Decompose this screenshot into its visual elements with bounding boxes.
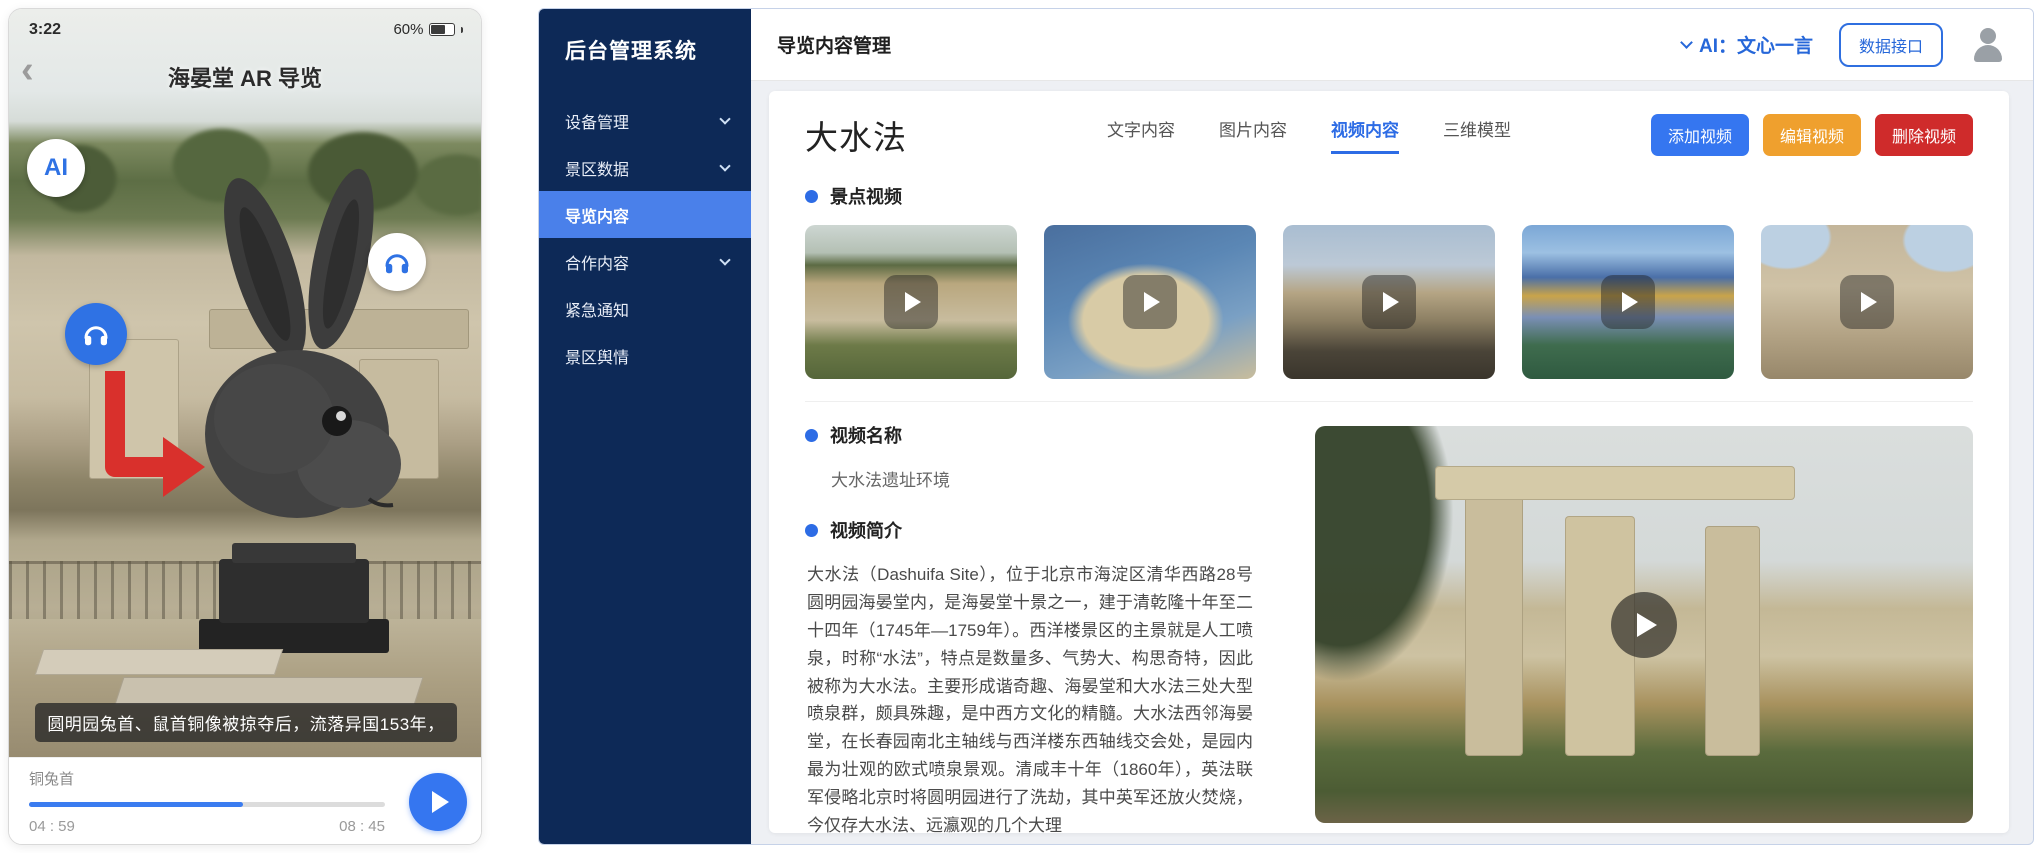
sidebar-item-label: 设备管理 bbox=[565, 109, 629, 133]
video-thumbnail[interactable] bbox=[1283, 225, 1495, 379]
section-video-name-label: 视频名称 bbox=[830, 422, 902, 448]
direction-arrow-icon bbox=[97, 371, 207, 521]
audio-track-title: 铜兔首 bbox=[29, 768, 385, 789]
audio-spot-button-left[interactable] bbox=[65, 303, 127, 365]
ai-model-selector[interactable]: AI：文心一言 bbox=[1682, 31, 1813, 58]
video-intro-text: 大水法（Dashuifa Site），位于北京市海淀区清华西路28号圆明园海晏堂… bbox=[807, 561, 1253, 833]
ar-subtitle-caption: 圆明园兔首、鼠首铜像被掠夺后，流落异国153年， bbox=[35, 703, 457, 742]
play-icon bbox=[432, 791, 449, 813]
chevron-down-icon bbox=[719, 160, 730, 171]
headphones-icon bbox=[382, 247, 412, 277]
video-thumbnail[interactable] bbox=[1761, 225, 1973, 379]
play-overlay-icon bbox=[1362, 275, 1416, 329]
audio-current-time: 04 : 59 bbox=[29, 818, 75, 835]
ar-camera-view: 3:22 60% ‹ 海晏堂 AR 导览 AI bbox=[9, 9, 481, 757]
audio-play-button[interactable] bbox=[409, 773, 467, 831]
phone-panel: 3:22 60% ‹ 海晏堂 AR 导览 AI bbox=[8, 8, 482, 845]
foreground-stone bbox=[114, 677, 423, 705]
tab-3d-model[interactable]: 三维模型 bbox=[1443, 116, 1511, 154]
audio-progress-bar[interactable] bbox=[29, 802, 385, 807]
delete-video-button[interactable]: 删除视频 bbox=[1875, 114, 1973, 156]
play-icon bbox=[1637, 613, 1657, 637]
ruin-pillar bbox=[1705, 526, 1760, 756]
video-name-value: 大水法遗址环境 bbox=[831, 466, 1253, 491]
section-videos-label: 景点视频 bbox=[830, 183, 902, 209]
content-tabs: 文字内容 图片内容 视频内容 三维模型 bbox=[1107, 116, 1511, 154]
sidebar-item-label: 景区数据 bbox=[565, 156, 629, 180]
audio-player: 铜兔首 04 : 59 08 : 45 bbox=[9, 757, 481, 844]
ai-model-label: AI：文心一言 bbox=[1699, 31, 1813, 58]
sidebar-item-guide-content[interactable]: 导览内容 bbox=[539, 191, 751, 238]
sidebar-item-scenic-data[interactable]: 景区数据 bbox=[539, 144, 751, 191]
status-time: 3:22 bbox=[29, 21, 61, 39]
sidebar-item-device-management[interactable]: 设备管理 bbox=[539, 97, 751, 144]
topbar: 导览内容管理 AI：文心一言 数据接口 bbox=[751, 9, 2033, 81]
tab-video-content[interactable]: 视频内容 bbox=[1331, 116, 1399, 154]
audio-total-time: 08 : 45 bbox=[339, 818, 385, 835]
sidebar-item-label: 景区舆情 bbox=[565, 344, 629, 368]
sidebar-title: 后台管理系统 bbox=[539, 9, 751, 65]
video-play-button[interactable] bbox=[1611, 592, 1677, 658]
status-battery: 60% bbox=[393, 21, 463, 38]
foreground-stone bbox=[35, 649, 283, 675]
ruin-lintel bbox=[1435, 466, 1795, 500]
headphones-icon bbox=[81, 319, 111, 349]
play-overlay-icon bbox=[1601, 275, 1655, 329]
phone-page-title: 海晏堂 AR 导览 bbox=[9, 61, 481, 93]
tab-text-content[interactable]: 文字内容 bbox=[1107, 116, 1175, 154]
chevron-down-icon bbox=[1680, 36, 1693, 49]
ai-assistant-button[interactable]: AI bbox=[27, 139, 85, 197]
video-thumbnails-row bbox=[805, 225, 1973, 379]
play-overlay-icon bbox=[1123, 275, 1177, 329]
tab-image-content[interactable]: 图片内容 bbox=[1219, 116, 1287, 154]
video-thumbnail[interactable] bbox=[1522, 225, 1734, 379]
video-thumbnail[interactable] bbox=[805, 225, 1017, 379]
bullet-dot-icon bbox=[805, 429, 818, 442]
section-video-intro-label: 视频简介 bbox=[830, 517, 902, 543]
sidebar-item-emergency-notice[interactable]: 紧急通知 bbox=[539, 285, 751, 332]
admin-panel: 后台管理系统 设备管理 景区数据 导览内容 合作内容 紧急通知 景区舆情 bbox=[538, 8, 2034, 845]
bullet-dot-icon bbox=[805, 524, 818, 537]
ruin-pillar bbox=[1465, 486, 1523, 756]
sidebar-menu: 设备管理 景区数据 导览内容 合作内容 紧急通知 景区舆情 bbox=[539, 97, 751, 379]
chevron-down-icon bbox=[719, 113, 730, 124]
sidebar-item-label: 导览内容 bbox=[565, 203, 629, 227]
sidebar-item-label: 合作内容 bbox=[565, 250, 629, 274]
battery-tip bbox=[461, 27, 464, 33]
add-video-button[interactable]: 添加视频 bbox=[1651, 114, 1749, 156]
sidebar-item-cooperation-content[interactable]: 合作内容 bbox=[539, 238, 751, 285]
ai-button-label: AI bbox=[44, 154, 68, 182]
content-card: 大水法 文字内容 图片内容 视频内容 三维模型 添加视频 编辑视频 删除视频 景… bbox=[769, 91, 2009, 833]
spot-title: 大水法 bbox=[805, 111, 907, 159]
video-thumbnail[interactable] bbox=[1044, 225, 1256, 379]
edit-video-button[interactable]: 编辑视频 bbox=[1763, 114, 1861, 156]
battery-percent-label: 60% bbox=[393, 21, 423, 38]
chevron-down-icon bbox=[719, 254, 730, 265]
data-api-button[interactable]: 数据接口 bbox=[1839, 23, 1943, 67]
user-avatar[interactable] bbox=[1969, 26, 2007, 64]
sidebar: 后台管理系统 设备管理 景区数据 导览内容 合作内容 紧急通知 景区舆情 bbox=[539, 9, 751, 844]
main-video-preview[interactable] bbox=[1315, 426, 1973, 823]
bullet-dot-icon bbox=[805, 190, 818, 203]
battery-icon bbox=[429, 23, 455, 36]
avatar-icon bbox=[1980, 28, 1996, 44]
page-title: 导览内容管理 bbox=[777, 31, 891, 58]
audio-progress-fill bbox=[29, 802, 243, 807]
sidebar-item-public-opinion[interactable]: 景区舆情 bbox=[539, 332, 751, 379]
avatar-icon bbox=[1974, 45, 2002, 62]
sidebar-item-label: 紧急通知 bbox=[565, 297, 629, 321]
play-overlay-icon bbox=[884, 275, 938, 329]
audio-spot-button-right[interactable] bbox=[368, 233, 426, 291]
play-overlay-icon bbox=[1840, 275, 1894, 329]
